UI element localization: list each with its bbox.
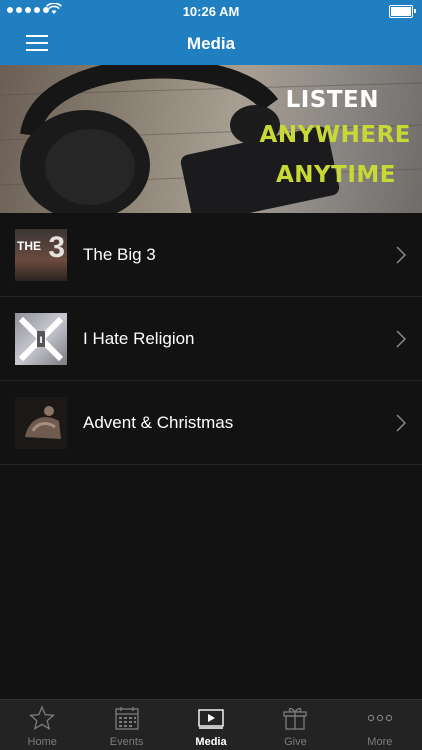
status-time: 10:26 AM [182, 4, 240, 19]
navigation-bar: Media [0, 22, 422, 65]
chevron-right-icon [396, 330, 406, 348]
media-list: THE 3 The Big 3 I I Hate Religion Advent… [0, 213, 422, 465]
battery-icon [389, 5, 416, 18]
media-item-title: The Big 3 [83, 245, 156, 264]
media-banner[interactable]: LISTEN ANYWHERE ANYTIME [0, 65, 422, 213]
series-thumbnail: THE 3 [15, 229, 67, 281]
banner-line-anywhere: ANYWHERE [259, 122, 411, 148]
gift-icon [283, 707, 308, 730]
more-dots-icon [367, 714, 393, 722]
media-list-item[interactable]: I I Hate Religion [0, 297, 422, 381]
play-icon [198, 709, 224, 729]
status-bar: 10:26 AM [0, 0, 422, 22]
page-title: Media [186, 34, 236, 53]
banner-line-anytime: ANYTIME [275, 162, 396, 188]
tab-give[interactable]: Give [253, 700, 337, 750]
tab-media[interactable]: Media [169, 700, 253, 750]
chevron-right-icon [396, 414, 406, 432]
star-icon [29, 705, 56, 731]
media-item-title: I Hate Religion [83, 329, 195, 348]
series-thumbnail: I [15, 313, 67, 365]
media-list-item[interactable]: THE 3 The Big 3 [0, 213, 422, 297]
svg-text:I: I [39, 336, 42, 346]
calendar-icon [114, 707, 139, 730]
tab-home[interactable]: Home [0, 700, 84, 750]
media-list-item[interactable]: Advent & Christmas [0, 381, 422, 465]
media-item-title: Advent & Christmas [83, 413, 234, 432]
tab-events[interactable]: Events [84, 700, 168, 750]
banner-line-listen: LISTEN [285, 87, 379, 113]
tab-more[interactable]: More [338, 700, 422, 750]
tab-bar: Home Events Media Give More [0, 699, 422, 750]
chevron-right-icon [396, 246, 406, 264]
series-thumbnail [15, 397, 67, 449]
